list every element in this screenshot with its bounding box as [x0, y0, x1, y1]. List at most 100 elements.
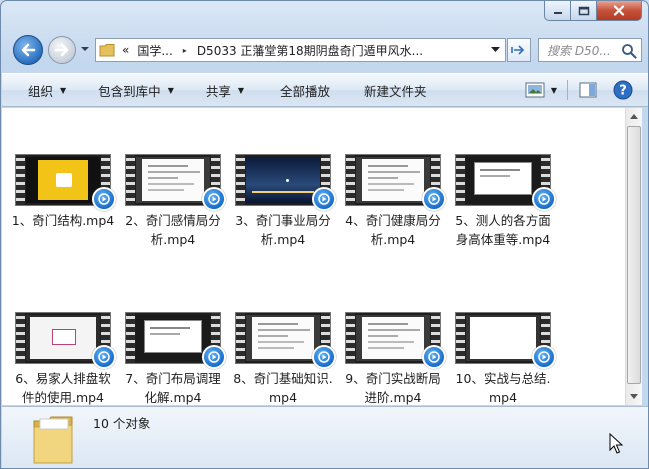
folder-icon	[33, 416, 73, 464]
breadcrumb-separator[interactable]: ▸	[177, 46, 193, 55]
search-placeholder: 搜索 D50...	[547, 43, 611, 58]
file-item[interactable]: 9、奇门实战断局进阶.mp4	[341, 312, 446, 405]
film-strip	[456, 155, 465, 205]
file-list-view[interactable]: 1、奇门结构.mp4 2、奇门感情局分析.mp4 3、奇门事业局分析.mp4 4、奇门…	[2, 108, 625, 405]
video-frame	[246, 315, 320, 361]
scrollbar-thumb[interactable]	[627, 126, 641, 384]
file-item[interactable]: 6、易家人排盘软件的使用.mp4	[11, 312, 116, 405]
new-folder-button[interactable]: 新建文件夹	[342, 81, 439, 100]
file-item[interactable]: 10、实战与总结.mp4	[451, 312, 556, 405]
media-player-icon	[202, 345, 226, 369]
film-strip	[236, 313, 245, 363]
film-strip	[126, 313, 135, 363]
chevron-down-icon[interactable]: ▼	[551, 86, 557, 95]
recent-pages-chevron-icon[interactable]	[80, 45, 90, 53]
file-item[interactable]: 1、奇门结构.mp4	[11, 154, 116, 230]
breadcrumb-item-current-folder[interactable]: D5033 正藩堂第18期阴盘奇门遁甲风水...	[193, 42, 427, 59]
video-thumbnail	[235, 312, 336, 369]
folder-icon	[96, 39, 118, 61]
search-box[interactable]: 搜索 D50...	[538, 38, 642, 62]
minimize-icon	[553, 11, 562, 14]
file-name: 7、奇门布局调理化解.mp4	[125, 371, 221, 405]
video-frame	[26, 315, 100, 361]
file-name: 8、奇门基础知识.mp4	[233, 371, 333, 405]
address-bar[interactable]: « 国学... ▸ D5033 正藩堂第18期阴盘奇门遁甲风水...	[95, 38, 506, 62]
media-player-icon	[312, 345, 336, 369]
file-item[interactable]: 2、奇门感情局分析.mp4	[121, 154, 226, 249]
address-history-dropdown[interactable]	[487, 39, 503, 61]
file-name: 9、奇门实战断局进阶.mp4	[345, 371, 441, 405]
film-strip	[126, 155, 135, 205]
media-player-icon	[92, 187, 116, 211]
address-overflow-chevron[interactable]: «	[118, 43, 133, 57]
preview-pane-icon[interactable]	[578, 81, 598, 99]
play-all-label: 全部播放	[280, 83, 331, 99]
video-thumbnail	[345, 312, 446, 369]
help-icon[interactable]: ?	[612, 79, 634, 101]
svg-text:?: ?	[619, 84, 627, 99]
close-button[interactable]	[597, 1, 642, 21]
file-name: 6、易家人排盘软件的使用.mp4	[15, 371, 111, 405]
minimize-button[interactable]	[544, 1, 571, 21]
play-all-button[interactable]: 全部播放	[256, 81, 342, 100]
film-strip	[346, 313, 355, 363]
share-menu[interactable]: 共享 ▼	[186, 81, 256, 100]
back-button[interactable]	[13, 35, 43, 65]
forward-button[interactable]	[48, 36, 76, 64]
media-player-icon	[422, 345, 446, 369]
maximize-button[interactable]	[571, 1, 597, 21]
video-frame	[356, 157, 430, 203]
share-label: 共享	[205, 83, 231, 99]
video-thumbnail	[235, 154, 336, 211]
video-thumbnail	[345, 154, 446, 211]
media-player-icon	[312, 187, 336, 211]
media-player-icon	[92, 345, 116, 369]
file-name: 10、实战与总结.mp4	[455, 371, 551, 405]
film-strip	[16, 313, 25, 363]
scroll-up-button[interactable]	[626, 108, 642, 125]
back-arrow-icon	[21, 43, 36, 57]
refresh-button[interactable]	[507, 38, 531, 62]
file-item[interactable]: 4、奇门健康局分析.mp4	[341, 154, 446, 249]
details-pane: 10 个对象	[2, 406, 648, 468]
video-frame	[466, 157, 540, 203]
film-strip	[456, 313, 465, 363]
organize-menu[interactable]: 组织 ▼	[2, 81, 78, 100]
video-thumbnail	[125, 154, 226, 211]
breadcrumb-item-guoxue[interactable]: 国学...	[133, 42, 176, 59]
chevron-up-icon	[630, 114, 638, 119]
scroll-down-button[interactable]	[626, 388, 642, 405]
film-strip	[16, 155, 25, 205]
film-strip	[346, 155, 355, 205]
include-in-library-menu[interactable]: 包含到库中 ▼	[78, 81, 186, 100]
close-icon	[613, 5, 625, 16]
search-icon[interactable]	[621, 43, 637, 59]
forward-arrow-icon	[54, 43, 69, 57]
refresh-icon	[511, 45, 525, 55]
video-thumbnail	[15, 312, 116, 369]
file-item[interactable]: 8、奇门基础知识.mp4	[231, 312, 336, 405]
file-name: 1、奇门结构.mp4	[11, 213, 115, 228]
chevron-down-icon	[630, 394, 638, 399]
video-frame	[136, 315, 210, 361]
file-item[interactable]: 7、奇门布局调理化解.mp4	[121, 312, 226, 405]
media-player-icon	[532, 345, 556, 369]
chevron-down-icon: ▼	[237, 85, 245, 95]
include-in-library-label: 包含到库中	[98, 83, 161, 99]
media-player-icon	[422, 187, 446, 211]
mouse-cursor-icon	[609, 433, 623, 454]
video-frame	[466, 315, 540, 361]
change-view-button[interactable]: ▼	[525, 81, 557, 99]
chevron-down-icon: ▼	[60, 85, 67, 95]
new-folder-label: 新建文件夹	[364, 83, 427, 99]
view-controls: ▼ ?	[525, 79, 634, 101]
file-name: 5、测人的各方面身高体重等.mp4	[455, 213, 551, 247]
maximize-icon	[578, 6, 589, 15]
vertical-scrollbar[interactable]	[625, 108, 642, 405]
chevron-down-icon: ▼	[167, 85, 174, 95]
file-item[interactable]: 3、奇门事业局分析.mp4	[231, 154, 336, 249]
command-bar: 组织 ▼ 包含到库中 ▼ 共享 ▼ 全部播放 新建文件夹 ▼ ?	[2, 73, 648, 107]
video-thumbnail	[125, 312, 226, 369]
explorer-window: « 国学... ▸ D5033 正藩堂第18期阴盘奇门遁甲风水... 搜索 D5…	[0, 0, 649, 469]
file-item[interactable]: 5、测人的各方面身高体重等.mp4	[451, 154, 556, 249]
